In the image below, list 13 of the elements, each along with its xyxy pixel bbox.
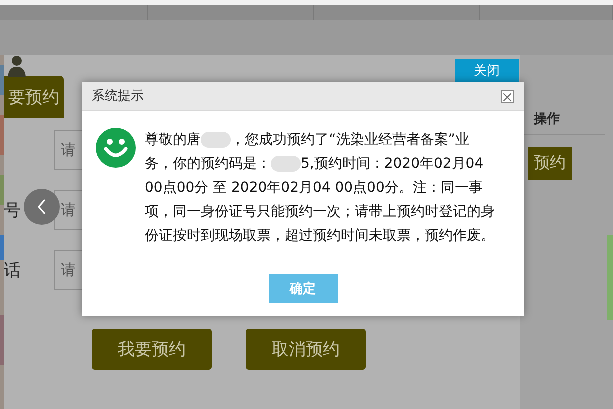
- person-icon: [8, 55, 26, 77]
- chevron-left-icon: [37, 199, 47, 215]
- book-button[interactable]: 预约: [528, 147, 572, 180]
- dialog-title: 系统提示: [92, 88, 144, 105]
- close-icon[interactable]: [501, 90, 514, 102]
- tab[interactable]: 要预约: [4, 76, 64, 118]
- smiley-icon: [96, 128, 136, 168]
- action-button[interactable]: 我要预约: [92, 329, 212, 370]
- message-text: 尊敬的唐 ，您成功预约了“洗染业经营者备案”业务，你的预约码是： 5,预约时间：2020年02月04 00点00分 至 2020年02月04 00点00分。注：同一事项，同一身份证号只能预约一次；请带上预约时登记的身份证按时到现场取票，超过预约时间未取票，预约作废。: [145, 131, 495, 246]
- action-button[interactable]: 取消预约: [246, 329, 366, 370]
- close-button[interactable]: 关闭: [455, 59, 519, 83]
- field-label: 号: [4, 200, 22, 222]
- field-label: 话: [4, 260, 22, 282]
